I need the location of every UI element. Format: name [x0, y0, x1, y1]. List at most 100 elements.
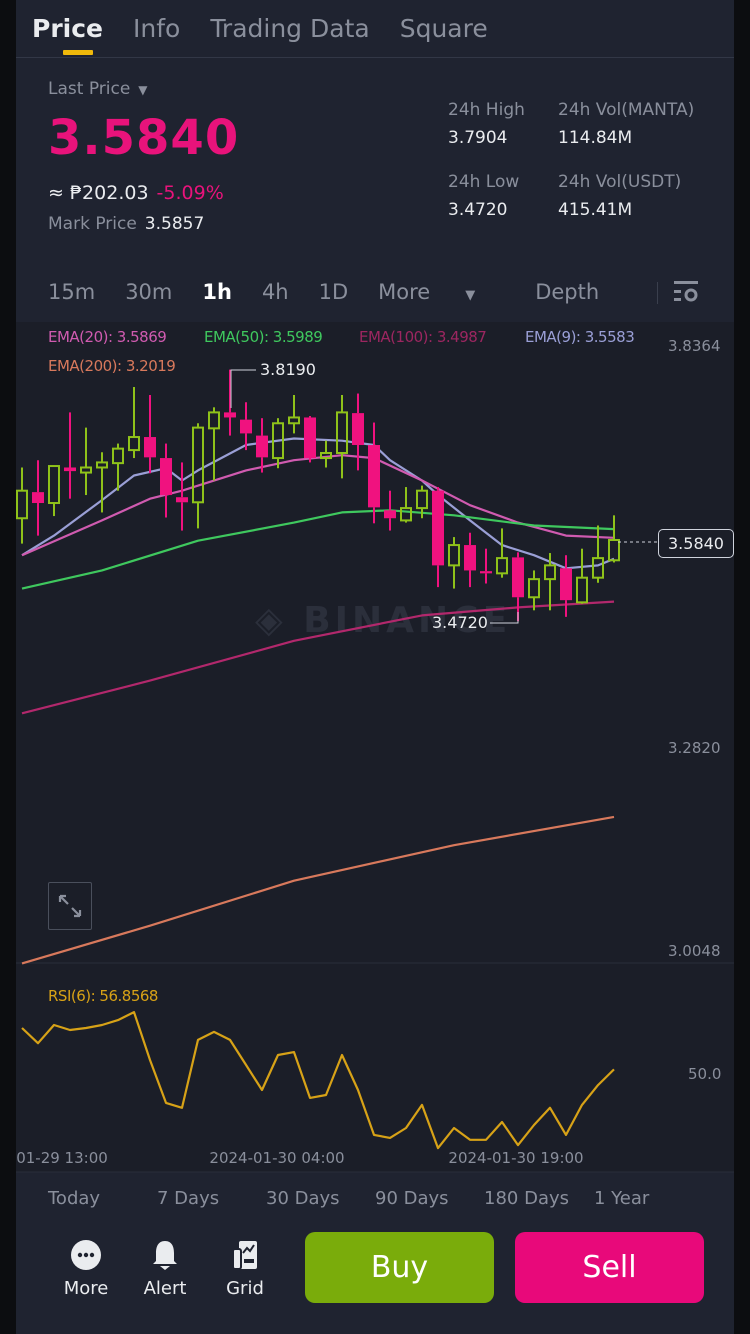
alert-label: Alert [143, 1278, 187, 1299]
candle-body [368, 445, 380, 508]
candle-up [288, 394, 300, 434]
ema-line-ema20 [21, 454, 615, 557]
candle-body [336, 411, 348, 454]
candle-body [352, 413, 364, 446]
candle-body [304, 417, 316, 459]
candle-body [176, 497, 188, 503]
low-annotation: 3.4720 [432, 613, 488, 632]
buy-button[interactable]: Buy [305, 1232, 494, 1303]
candle-down [464, 532, 476, 588]
time-label: 2024-01-30 19:00 [448, 1149, 584, 1167]
candle-down [144, 394, 156, 474]
candle-up [528, 570, 540, 611]
ema-line-ema50 [21, 509, 615, 590]
candle-up [400, 487, 412, 523]
candle-down [368, 422, 380, 524]
candle-body [528, 578, 540, 599]
candle-up [496, 528, 508, 578]
legend-ema100: EMA(100): 3.4987 [359, 328, 487, 346]
candle-down [560, 555, 572, 617]
candle-up [608, 515, 620, 563]
candle-body [480, 571, 492, 574]
high-marker-line [230, 369, 256, 408]
candle-body [192, 426, 204, 504]
price-tick: 3.0048 [668, 942, 721, 960]
candle-up [320, 440, 332, 468]
range-1-year[interactable]: 1 Year [594, 1188, 649, 1209]
candle-down [160, 443, 172, 518]
candle-up [16, 467, 28, 544]
more-label: More [63, 1278, 109, 1299]
candle-down [240, 402, 252, 451]
sell-button[interactable]: Sell [515, 1232, 704, 1303]
candle-down [176, 462, 188, 531]
candle-down [480, 548, 492, 584]
candle-body [432, 490, 444, 566]
candle-body [224, 412, 236, 418]
candle-body [256, 435, 268, 458]
ema-line-ema200 [21, 815, 615, 965]
price-tick: 3.2820 [668, 739, 721, 757]
candle-up [576, 548, 588, 604]
candle-down [432, 487, 444, 588]
candle-down [304, 416, 316, 463]
legend-ema50: EMA(50): 3.5989 [204, 328, 323, 346]
candle-up [336, 394, 348, 479]
candle-body [544, 564, 556, 581]
candle-up [592, 525, 604, 583]
candle-body [64, 467, 76, 472]
candle-body [80, 466, 92, 474]
legend-ema9: EMA(9): 3.5583 [525, 328, 635, 346]
range-180-days[interactable]: 180 Days [484, 1188, 569, 1209]
candle-down [32, 460, 44, 536]
more-dots-icon [56, 1238, 116, 1272]
candle-down [384, 490, 396, 531]
candle-up [80, 427, 92, 496]
current-price-tag[interactable]: 3.5840 [658, 529, 734, 558]
candle-body [576, 576, 588, 604]
range-7-days[interactable]: 7 Days [157, 1188, 219, 1209]
candle-down [224, 369, 236, 436]
candle-up [544, 553, 556, 611]
range-30-days[interactable]: 30 Days [266, 1188, 340, 1209]
candle-body [592, 557, 604, 579]
candle-up [112, 443, 124, 491]
candle-body [240, 419, 252, 434]
candlestick-chart [16, 369, 734, 1173]
more-button[interactable]: More [56, 1238, 116, 1299]
candle-body [416, 489, 428, 510]
candle-body [464, 545, 476, 571]
grid-label: Grid [226, 1278, 264, 1299]
candle-body [96, 461, 108, 469]
candle-up [128, 387, 140, 459]
range-today[interactable]: Today [48, 1188, 100, 1209]
candle-body [384, 510, 396, 519]
candle-body [160, 458, 172, 496]
candle-up [192, 423, 204, 529]
candle-body [400, 507, 412, 522]
grid-trading-icon [215, 1238, 275, 1272]
price-tick: 3.8364 [668, 337, 721, 355]
candle-body [288, 416, 300, 425]
candle-down [256, 418, 268, 473]
range-90-days[interactable]: 90 Days [375, 1188, 449, 1209]
candle-body [16, 489, 28, 520]
candle-body [128, 436, 140, 452]
candle-down [64, 412, 76, 499]
rsi-tick: 50.0 [688, 1065, 722, 1083]
fullscreen-expand-icon[interactable] [48, 882, 92, 930]
candle-body [144, 437, 156, 458]
candle-body [560, 568, 572, 601]
alert-button[interactable]: Alert [135, 1238, 195, 1299]
legend-rsi: RSI(6): 56.8568 [48, 987, 158, 1005]
candle-up [448, 537, 460, 589]
candle-body [512, 557, 524, 598]
candle-body [32, 492, 44, 504]
candle-down [352, 393, 364, 471]
candle-body [208, 411, 220, 430]
grid-button[interactable]: Grid [215, 1238, 275, 1299]
rsi-line [21, 1010, 615, 1150]
candle-body [48, 465, 60, 505]
legend-ema200: EMA(200): 3.2019 [48, 357, 176, 375]
legend-ema20: EMA(20): 3.5869 [48, 328, 167, 346]
